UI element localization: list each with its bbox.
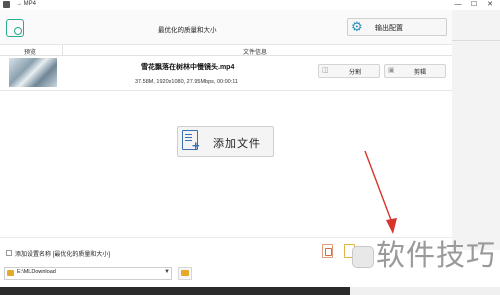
add-preset-name-checkbox[interactable] <box>6 250 12 256</box>
split-icon: ◫ <box>322 67 329 74</box>
add-files-label: 添加文件 <box>213 138 261 150</box>
watermark-text: 软件技巧 <box>376 238 497 272</box>
title-bar <box>0 0 500 10</box>
clear-list-icon[interactable] <box>322 244 333 258</box>
file-meta: 37.58M, 1920x1080, 27.95Mbps, 00:00:11 <box>135 79 238 85</box>
output-path-value: E:\MLDownload <box>17 269 56 275</box>
app-icon <box>3 1 10 8</box>
file-name: 雪花飘落在树林中慢镜头.mp4 <box>141 64 235 71</box>
app-logo-icon <box>6 19 24 37</box>
open-folder-icon <box>181 270 189 276</box>
divider <box>452 40 500 41</box>
taskbar-right <box>350 287 500 295</box>
watermark-logo-icon <box>352 246 374 268</box>
video-thumbnail <box>9 58 57 87</box>
chevron-down-icon: ▼ <box>164 269 170 275</box>
folder-icon <box>7 270 14 276</box>
edit-label: 剪辑 <box>414 70 427 76</box>
maximize-button[interactable]: ☐ <box>468 0 480 10</box>
minimize-button[interactable]: — <box>452 0 464 10</box>
close-button[interactable]: ✕ <box>484 0 496 10</box>
side-panel <box>452 10 500 250</box>
window-title: → MP4 <box>16 1 37 7</box>
preset-label[interactable]: 最优化的质量和大小 <box>158 24 217 34</box>
split-label: 分割 <box>349 70 362 76</box>
edit-icon: ▣ <box>388 67 395 74</box>
add-preset-name-label: 添加设置名称 [最优化的质量和大小] <box>15 252 111 258</box>
annotation-arrow <box>364 150 397 234</box>
output-settings-label: 输出配置 <box>375 25 403 32</box>
gear-icon: ⚙ <box>351 19 363 34</box>
plus-icon: + <box>192 138 200 153</box>
taskbar <box>0 287 350 295</box>
